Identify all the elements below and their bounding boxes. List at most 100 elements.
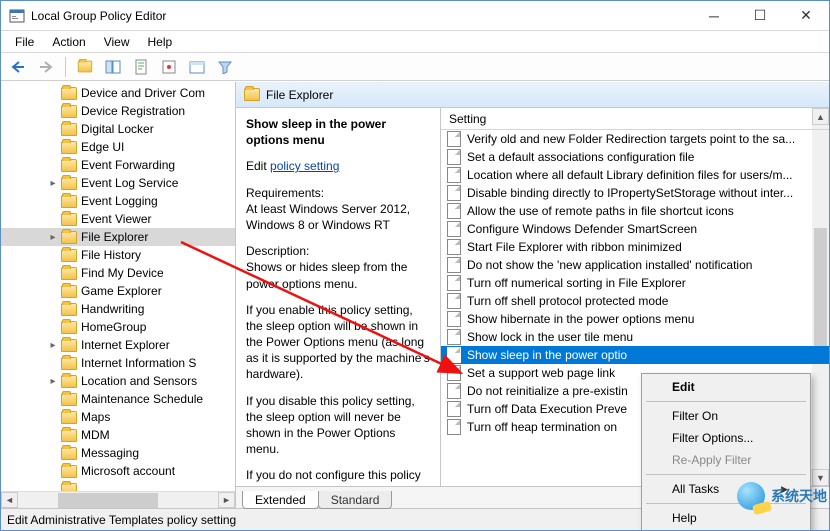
policy-icon bbox=[447, 293, 461, 309]
menu-help[interactable]: Help bbox=[140, 33, 181, 51]
tree-node[interactable]: Handwriting bbox=[1, 300, 235, 318]
app-icon bbox=[9, 8, 25, 24]
setting-label: Turn off Data Execution Preve bbox=[467, 402, 627, 416]
edit-policy-link[interactable]: policy setting bbox=[270, 159, 339, 173]
show-tree-button[interactable] bbox=[102, 56, 124, 78]
folder-icon bbox=[61, 393, 77, 406]
expander-icon[interactable]: ▸ bbox=[47, 376, 59, 387]
setting-row[interactable]: Show sleep in the power optio bbox=[441, 346, 829, 364]
tree-view[interactable]: Device and Driver ComDevice Registration… bbox=[1, 82, 235, 491]
context-menu-label: Re-Apply Filter bbox=[672, 453, 751, 467]
tree-node[interactable]: Find My Device bbox=[1, 264, 235, 282]
maximize-button[interactable]: ☐ bbox=[737, 1, 783, 30]
column-setting[interactable]: Setting bbox=[441, 112, 494, 126]
setting-row[interactable]: Show hibernate in the power options menu bbox=[441, 310, 829, 328]
tree-node[interactable]: Maintenance Schedule bbox=[1, 390, 235, 408]
setting-label: Show lock in the user tile menu bbox=[467, 330, 633, 344]
refresh-button[interactable] bbox=[158, 56, 180, 78]
tree-node-label: Digital Locker bbox=[81, 122, 154, 136]
tree-node[interactable]: Maps bbox=[1, 408, 235, 426]
folder-icon bbox=[61, 465, 77, 478]
setting-label: Turn off shell protocol protected mode bbox=[467, 294, 668, 308]
tab-extended[interactable]: Extended bbox=[242, 491, 319, 509]
setting-row[interactable]: Configure Windows Defender SmartScreen bbox=[441, 220, 829, 238]
minimize-button[interactable]: ─ bbox=[691, 1, 737, 30]
menu-file[interactable]: File bbox=[7, 33, 42, 51]
tree-node[interactable]: Internet Information S bbox=[1, 354, 235, 372]
context-menu-item: Re-Apply Filter bbox=[644, 449, 808, 471]
close-button[interactable]: ✕ bbox=[783, 1, 829, 30]
folder-icon bbox=[61, 141, 77, 154]
tree-node-label: Maintenance Schedule bbox=[81, 392, 203, 406]
tree-node-label: Event Logging bbox=[81, 194, 158, 208]
tree-node-label: Internet Explorer bbox=[81, 338, 170, 352]
expander-icon[interactable]: ▸ bbox=[47, 232, 59, 243]
filter-button[interactable] bbox=[214, 56, 236, 78]
folder-icon bbox=[61, 267, 77, 280]
watermark-text: 系统天地 bbox=[771, 486, 827, 506]
tree-node[interactable]: Edge UI bbox=[1, 138, 235, 156]
tree-node[interactable]: Event Viewer bbox=[1, 210, 235, 228]
up-folder-button[interactable] bbox=[74, 56, 96, 78]
setting-row[interactable]: Turn off shell protocol protected mode bbox=[441, 292, 829, 310]
menu-action[interactable]: Action bbox=[44, 33, 93, 51]
tree-node[interactable]: Messaging bbox=[1, 444, 235, 462]
tree-node[interactable]: Device Registration bbox=[1, 102, 235, 120]
policy-icon bbox=[447, 329, 461, 345]
forward-button[interactable] bbox=[35, 56, 57, 78]
context-menu-item[interactable]: Help bbox=[644, 507, 808, 529]
context-menu-item[interactable]: Filter Options... bbox=[644, 427, 808, 449]
setting-row[interactable]: Allow the use of remote paths in file sh… bbox=[441, 202, 829, 220]
tree-pane: Device and Driver ComDevice Registration… bbox=[1, 82, 236, 508]
tree-horizontal-scrollbar[interactable]: ◄ ► bbox=[1, 491, 235, 508]
setting-row[interactable]: Verify old and new Folder Redirection ta… bbox=[441, 130, 829, 148]
context-menu-label: Help bbox=[672, 511, 697, 525]
description-para-1: If you enable this policy setting, the s… bbox=[246, 302, 430, 383]
setting-row[interactable]: Turn off numerical sorting in File Explo… bbox=[441, 274, 829, 292]
tree-node[interactable] bbox=[1, 480, 235, 491]
tree-node-label: File History bbox=[81, 248, 141, 262]
context-menu-item[interactable]: Edit bbox=[644, 376, 808, 398]
menubar: File Action View Help bbox=[1, 31, 829, 53]
tree-node[interactable]: ▸Location and Sensors bbox=[1, 372, 235, 390]
tree-node[interactable]: Device and Driver Com bbox=[1, 84, 235, 102]
tree-node[interactable]: Game Explorer bbox=[1, 282, 235, 300]
setting-label: Location where all default Library defin… bbox=[467, 168, 793, 182]
tab-standard[interactable]: Standard bbox=[318, 491, 393, 509]
tree-node-label: MDM bbox=[81, 428, 110, 442]
context-menu-item[interactable]: Filter On bbox=[644, 405, 808, 427]
tree-node[interactable]: Event Logging bbox=[1, 192, 235, 210]
setting-row[interactable]: Location where all default Library defin… bbox=[441, 166, 829, 184]
tree-node[interactable]: File History bbox=[1, 246, 235, 264]
right-pane-title: File Explorer bbox=[266, 88, 333, 102]
tree-node[interactable]: ▸ Internet Explorer bbox=[1, 336, 235, 354]
folder-icon bbox=[61, 87, 77, 100]
setting-row[interactable]: Show lock in the user tile menu bbox=[441, 328, 829, 346]
tree-node[interactable]: ▸File Explorer bbox=[1, 228, 235, 246]
setting-row[interactable]: Set a default associations configuration… bbox=[441, 148, 829, 166]
policy-icon bbox=[447, 131, 461, 147]
tree-node-label: Event Viewer bbox=[81, 212, 151, 226]
expander-icon[interactable]: ▸ bbox=[47, 178, 59, 189]
tree-node[interactable]: Event Forwarding bbox=[1, 156, 235, 174]
settings-header[interactable]: Setting bbox=[441, 108, 829, 130]
setting-row[interactable]: Start File Explorer with ribbon minimize… bbox=[441, 238, 829, 256]
back-button[interactable] bbox=[7, 56, 29, 78]
context-menu-label: Edit bbox=[672, 380, 695, 394]
expander-icon[interactable]: ▸ bbox=[47, 340, 59, 351]
tree-node[interactable]: Microsoft account bbox=[1, 462, 235, 480]
folder-icon bbox=[61, 321, 77, 334]
export-list-button[interactable] bbox=[130, 56, 152, 78]
setting-row[interactable]: Do not show the 'new application install… bbox=[441, 256, 829, 274]
folder-icon bbox=[61, 285, 77, 298]
folder-icon bbox=[61, 123, 77, 136]
tree-node[interactable]: MDM bbox=[1, 426, 235, 444]
setting-label: Configure Windows Defender SmartScreen bbox=[467, 222, 697, 236]
watermark: 系统天地 bbox=[737, 482, 827, 510]
tree-node[interactable]: HomeGroup bbox=[1, 318, 235, 336]
menu-view[interactable]: View bbox=[96, 33, 138, 51]
setting-row[interactable]: Disable binding directly to IPropertySet… bbox=[441, 184, 829, 202]
tree-node[interactable]: Digital Locker bbox=[1, 120, 235, 138]
properties-button[interactable] bbox=[186, 56, 208, 78]
tree-node[interactable]: ▸Event Log Service bbox=[1, 174, 235, 192]
